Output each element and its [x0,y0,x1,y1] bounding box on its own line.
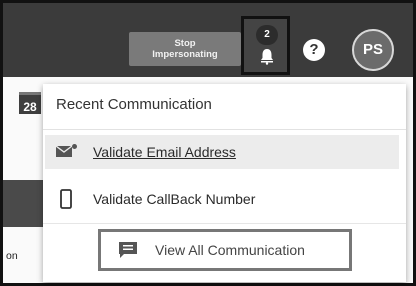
communication-item-label[interactable]: Validate CallBack Number [93,191,255,207]
divider [43,223,406,224]
user-avatar[interactable]: PS [352,29,394,71]
bell-icon [261,49,273,65]
email-icon [56,144,77,157]
help-icon[interactable]: ? [303,39,325,61]
stop-impersonating-label-line1: Stop [174,38,196,49]
communication-item-email[interactable]: Validate Email Address [45,135,399,169]
phone-icon [60,189,72,209]
recent-communication-dropdown: Recent Communication Validate Email Addr… [43,84,406,282]
divider [43,129,406,130]
communication-item-label[interactable]: Validate Email Address [93,144,236,160]
calendar-icon[interactable]: 28 [19,92,41,114]
dropdown-title: Recent Communication [56,96,212,113]
stop-impersonating-button[interactable]: Stop Impersonating [129,32,241,66]
background-partial-text: on [6,250,18,262]
top-app-bar: Stop Impersonating 2 ? PS [3,3,413,77]
view-all-communication-button[interactable]: View All Communication [98,229,352,271]
notification-count-badge: 2 [256,25,278,45]
message-icon [119,242,137,258]
background-panel [3,180,43,227]
communication-item-callback[interactable]: Validate CallBack Number [45,182,399,216]
stop-impersonating-label-line2: Impersonating [152,49,218,60]
notifications-button[interactable]: 2 [241,16,290,75]
view-all-label: View All Communication [155,242,305,258]
